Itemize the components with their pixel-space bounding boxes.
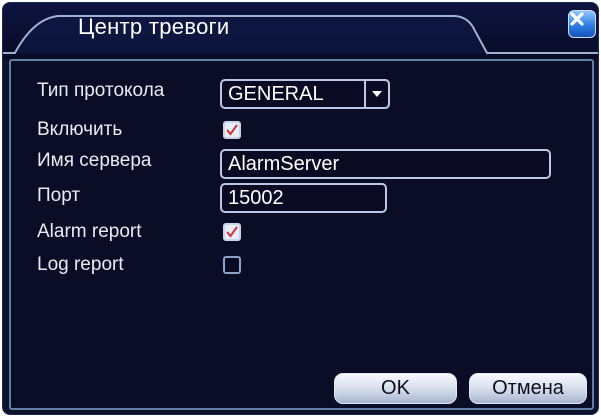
- alarm-report-label: Alarm report: [37, 221, 142, 242]
- ok-button[interactable]: OK: [334, 373, 457, 404]
- check-icon: [226, 226, 238, 238]
- dialog-title: Центр тревоги: [78, 14, 230, 39]
- enable-checkbox[interactable]: [223, 121, 241, 139]
- close-icon: [570, 12, 584, 26]
- server-name-label: Имя сервера: [37, 150, 152, 171]
- protocol-select-toggle[interactable]: [364, 79, 390, 109]
- chevron-down-icon: [372, 91, 382, 97]
- server-name-input[interactable]: AlarmServer: [220, 149, 551, 179]
- port-input[interactable]: 15002: [220, 183, 387, 213]
- enable-label: Включить: [37, 119, 123, 140]
- cancel-button[interactable]: Отмена: [469, 373, 587, 404]
- log-report-label: Log report: [37, 254, 124, 275]
- log-report-checkbox[interactable]: [223, 256, 241, 274]
- port-label: Порт: [37, 185, 81, 206]
- close-button[interactable]: [568, 10, 596, 38]
- settings-panel: Тип протокола GENERAL Включить Имя серве…: [9, 59, 594, 410]
- protocol-label: Тип протокола: [37, 80, 165, 101]
- alarm-report-checkbox[interactable]: [223, 223, 241, 241]
- check-icon: [226, 124, 238, 136]
- protocol-select[interactable]: GENERAL: [220, 79, 390, 109]
- server-name-value: AlarmServer: [228, 153, 340, 175]
- port-value: 15002: [228, 187, 284, 209]
- protocol-select-value: GENERAL: [228, 83, 324, 105]
- alarm-center-dialog: Центр тревоги Тип протокола GENERAL Вклю…: [2, 2, 599, 415]
- title-bar: Центр тревоги: [3, 3, 598, 59]
